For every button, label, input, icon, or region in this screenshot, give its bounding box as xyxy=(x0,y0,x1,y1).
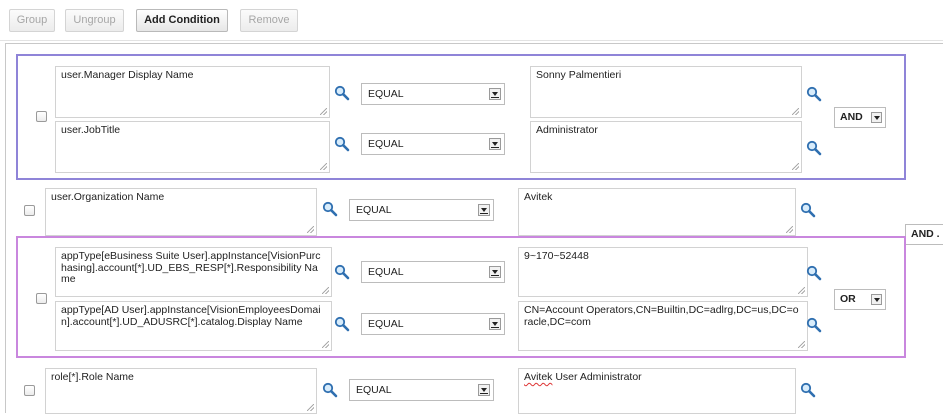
resize-grip-icon[interactable] xyxy=(320,108,327,115)
comparison-value: EQUAL xyxy=(368,88,404,100)
value-field[interactable]: Avitek xyxy=(518,188,796,236)
magnifier-icon[interactable] xyxy=(322,382,338,398)
chevron-down-icon[interactable] xyxy=(871,112,882,123)
value-field[interactable]: 9~170~52448 xyxy=(518,247,808,297)
comparison-value: EQUAL xyxy=(368,138,404,150)
magnifier-icon[interactable] xyxy=(334,316,350,332)
magnifier-icon[interactable] xyxy=(806,140,822,156)
comparison-value: EQUAL xyxy=(368,318,404,330)
remove-button[interactable]: Remove xyxy=(240,9,298,32)
comparison-select[interactable]: EQUAL xyxy=(361,313,505,335)
resize-grip-icon[interactable] xyxy=(786,226,793,233)
magnifier-icon[interactable] xyxy=(334,264,350,280)
resize-grip-icon[interactable] xyxy=(320,163,327,170)
group-button[interactable]: Group xyxy=(9,9,55,32)
attribute-field[interactable]: role[*].Role Name xyxy=(45,368,317,414)
or-group-checkbox[interactable] xyxy=(36,293,47,304)
comparison-select[interactable]: EQUAL xyxy=(361,83,505,105)
chevron-down-icon[interactable] xyxy=(489,318,501,330)
attribute-field[interactable]: user.Organization Name xyxy=(45,188,317,236)
comparison-value: EQUAL xyxy=(356,204,392,216)
chevron-down-icon[interactable] xyxy=(478,384,490,396)
comparison-select[interactable]: EQUAL xyxy=(349,199,494,221)
attribute-text: appType[AD User].appInstance[VisionEmplo… xyxy=(61,304,321,328)
attribute-text: appType[eBusiness Suite User].appInstanc… xyxy=(61,250,321,285)
condition-checkbox[interactable] xyxy=(24,385,35,396)
and-group-operator-select[interactable]: AND xyxy=(834,107,886,128)
attribute-text: role[*].Role Name xyxy=(51,371,134,383)
value-text: Avitek xyxy=(524,191,553,203)
toolbar-divider xyxy=(0,40,943,41)
attribute-field[interactable]: user.JobTitle xyxy=(55,121,330,173)
chevron-down-icon[interactable] xyxy=(489,88,501,100)
condition-checkbox[interactable] xyxy=(24,205,35,216)
chevron-down-icon[interactable] xyxy=(871,294,882,305)
add-condition-button[interactable]: Add Condition xyxy=(136,9,228,32)
magnifier-icon[interactable] xyxy=(322,201,338,217)
resize-grip-icon[interactable] xyxy=(322,341,329,348)
operator-value: AND xyxy=(840,111,863,123)
resize-grip-icon[interactable] xyxy=(307,226,314,233)
operator-value: OR xyxy=(840,293,856,305)
resize-grip-icon[interactable] xyxy=(798,341,805,348)
attribute-field[interactable]: appType[AD User].appInstance[VisionEmplo… xyxy=(55,301,332,351)
value-field[interactable]: CN=Account Operators,CN=Builtin,DC=adlrg… xyxy=(518,301,808,351)
magnifier-icon[interactable] xyxy=(334,136,350,152)
and-group-checkbox[interactable] xyxy=(36,111,47,122)
attribute-field[interactable]: appType[eBusiness Suite User].appInstanc… xyxy=(55,247,332,297)
attribute-text: user.Organization Name xyxy=(51,191,165,203)
resize-grip-icon[interactable] xyxy=(792,163,799,170)
comparison-select[interactable]: EQUAL xyxy=(349,379,494,401)
magnifier-icon[interactable] xyxy=(806,317,822,333)
chevron-down-icon[interactable] xyxy=(489,266,501,278)
value-field[interactable]: Sonny Palmentieri xyxy=(530,66,802,118)
value-text: Sonny Palmentieri xyxy=(536,69,622,81)
magnifier-icon[interactable] xyxy=(806,86,822,102)
resize-grip-icon[interactable] xyxy=(322,287,329,294)
or-group-operator-select[interactable]: OR xyxy=(834,289,886,310)
operator-value: AND . xyxy=(911,228,940,240)
chevron-down-icon[interactable] xyxy=(478,204,490,216)
chevron-down-icon[interactable] xyxy=(489,138,501,150)
magnifier-icon[interactable] xyxy=(806,265,822,281)
value-text-misspelled-word: Avitek xyxy=(524,371,553,383)
top-level-operator-select[interactable]: AND . xyxy=(905,224,943,245)
comparison-select[interactable]: EQUAL xyxy=(361,133,505,155)
value-text: User Administrator xyxy=(552,371,642,383)
resize-grip-icon[interactable] xyxy=(792,108,799,115)
attribute-text: user.Manager Display Name xyxy=(61,69,194,81)
attribute-text: user.JobTitle xyxy=(61,124,121,136)
value-text: CN=Account Operators,CN=Builtin,DC=adlrg… xyxy=(524,304,799,328)
value-text: 9~170~52448 xyxy=(524,250,589,262)
value-field[interactable]: Avitek User Administrator xyxy=(518,368,796,414)
magnifier-icon[interactable] xyxy=(800,382,816,398)
attribute-field[interactable]: user.Manager Display Name xyxy=(55,66,330,118)
resize-grip-icon[interactable] xyxy=(798,287,805,294)
value-field[interactable]: Administrator xyxy=(530,121,802,173)
magnifier-icon[interactable] xyxy=(334,85,350,101)
value-text: Administrator xyxy=(536,124,598,136)
comparison-value: EQUAL xyxy=(356,384,392,396)
comparison-value: EQUAL xyxy=(368,266,404,278)
magnifier-icon[interactable] xyxy=(800,202,816,218)
ungroup-button[interactable]: Ungroup xyxy=(65,9,124,32)
comparison-select[interactable]: EQUAL xyxy=(361,261,505,283)
